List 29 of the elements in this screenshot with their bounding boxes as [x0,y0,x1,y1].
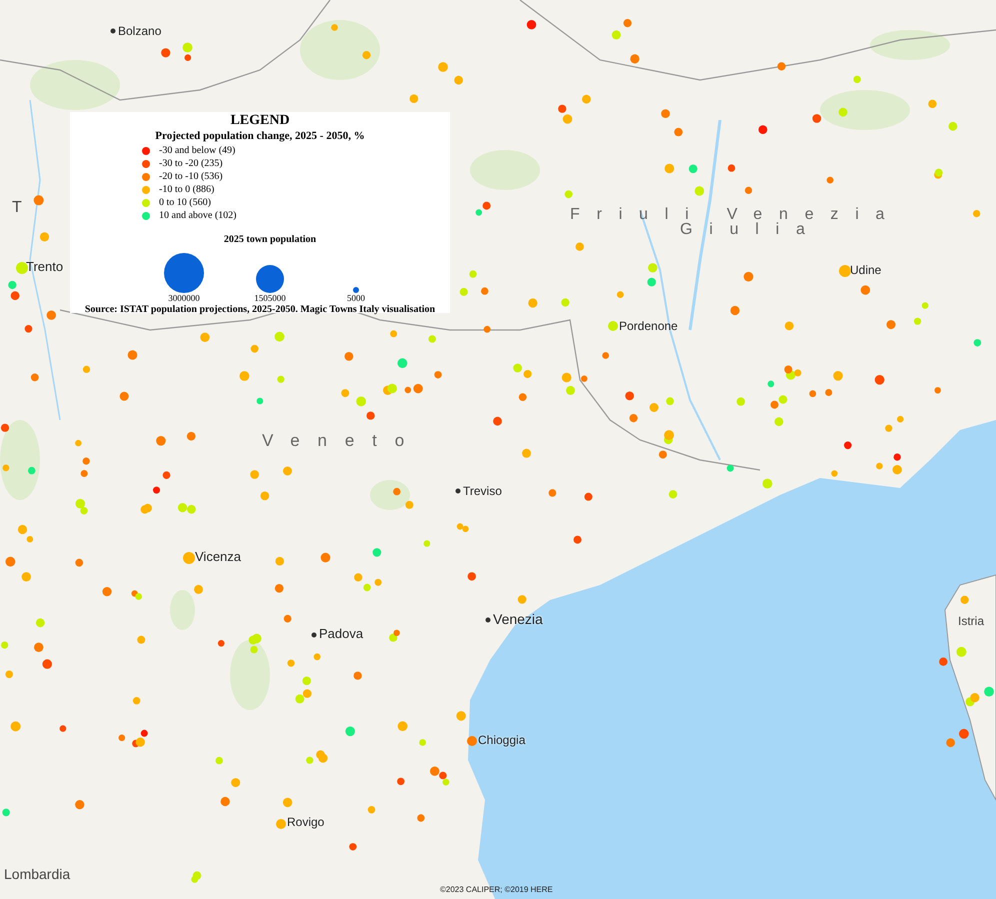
city-label: Treviso [463,485,502,497]
region-label: Giulia [680,222,822,238]
legend-label: -30 and below (49) [159,146,236,156]
legend-label: 10 and above (102) [159,210,236,220]
size-label: 3000000 [168,294,200,303]
legend-label: -10 to 0 (886) [159,184,214,194]
legend-label: -20 to -10 (536) [159,172,223,182]
map-credit: ©2023 CALIPER; ©2019 HERE [440,886,553,894]
region-label: Friuli Venezia [570,207,902,223]
city-label: Vicenza [195,550,242,563]
city-label: Padova [319,627,364,640]
region-label: T [12,200,22,216]
city-label: Rovigo [287,816,324,828]
size-label: 5000 [347,294,365,303]
legend-title: LEGEND [230,114,290,128]
region-label: Lombardia [4,867,70,881]
region-label: Veneto [262,432,422,449]
legend-subtitle: Projected population change, 2025 - 2050, % [155,131,365,142]
city-label: Chioggia [478,734,526,746]
city-label: Bolzano [118,25,162,37]
legend-label: -30 to -20 (235) [159,158,223,168]
legend-size-title: 2025 town population [224,235,316,245]
region-label: Istria [958,615,984,627]
city-label: Venezia [493,612,543,626]
city-label: Pordenone [619,320,678,332]
city-label: Udine [850,264,882,276]
legend-source: Source: ISTAT population projections, 2025-2050. Magic Towns Italy visualisation [84,305,436,315]
legend-label: 0 to 10 (560) [159,198,211,208]
size-label: 1505000 [254,294,286,303]
